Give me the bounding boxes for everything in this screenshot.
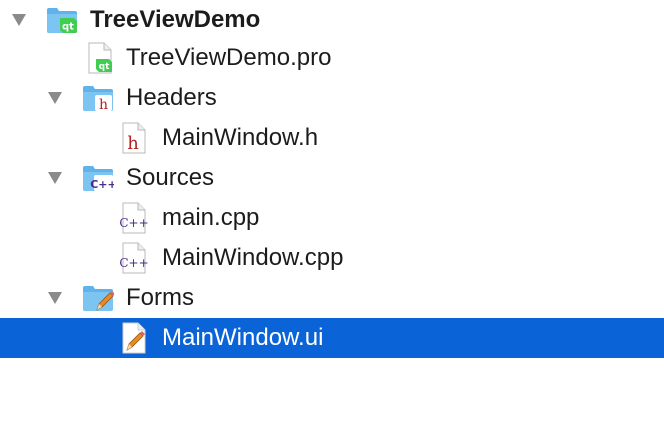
file-label: main.cpp — [162, 204, 260, 231]
tree-row-mainwindow-cpp[interactable]: C++ MainWindow.cpp — [0, 238, 664, 278]
file-label: MainWindow.h — [162, 124, 319, 151]
sources-folder-label: Sources — [126, 164, 215, 191]
svg-text:h: h — [99, 97, 108, 113]
forms-folder-label: Forms — [126, 284, 194, 311]
svg-text:qt: qt — [99, 62, 110, 72]
tree-row-main-cpp[interactable]: C++ main.cpp — [0, 198, 664, 238]
cpp-file-icon: C++ — [118, 202, 150, 234]
svg-text:h: h — [127, 133, 139, 154]
file-label: MainWindow.ui — [162, 324, 324, 351]
disclosure-triangle-icon[interactable] — [46, 169, 64, 187]
file-label: MainWindow.cpp — [162, 244, 344, 271]
tree-row-forms[interactable]: Forms — [0, 278, 664, 318]
project-name-label: TreeViewDemo — [90, 6, 261, 33]
header-file-icon: h — [118, 122, 150, 154]
disclosure-triangle-icon[interactable] — [10, 11, 28, 29]
qt-project-folder-icon: qt — [46, 4, 78, 36]
tree-row-pro-file[interactable]: qt TreeViewDemo.pro — [0, 38, 664, 78]
svg-text:C++: C++ — [90, 178, 114, 191]
tree-row-sources[interactable]: C++ Sources — [0, 158, 664, 198]
sources-folder-icon: C++ — [82, 162, 114, 194]
tree-row-headers[interactable]: h Headers — [0, 78, 664, 118]
project-tree-view[interactable]: qt TreeViewDemo qt TreeViewDemo.pro h He… — [0, 0, 664, 448]
svg-text:C++: C++ — [119, 216, 148, 230]
forms-folder-icon — [82, 282, 114, 314]
tree-row-mainwindow-h[interactable]: h MainWindow.h — [0, 118, 664, 158]
svg-text:qt: qt — [62, 22, 74, 33]
pro-file-label: TreeViewDemo.pro — [126, 44, 332, 71]
tree-row-mainwindow-ui[interactable]: MainWindow.ui — [0, 318, 664, 358]
headers-folder-label: Headers — [126, 84, 217, 111]
disclosure-triangle-icon[interactable] — [46, 89, 64, 107]
qt-pro-file-icon: qt — [84, 42, 116, 74]
svg-text:C++: C++ — [119, 256, 148, 270]
disclosure-triangle-icon[interactable] — [46, 289, 64, 307]
tree-row-project[interactable]: qt TreeViewDemo — [0, 0, 664, 40]
ui-form-file-icon — [118, 322, 150, 354]
cpp-file-icon: C++ — [118, 242, 150, 274]
headers-folder-icon: h — [82, 82, 114, 114]
